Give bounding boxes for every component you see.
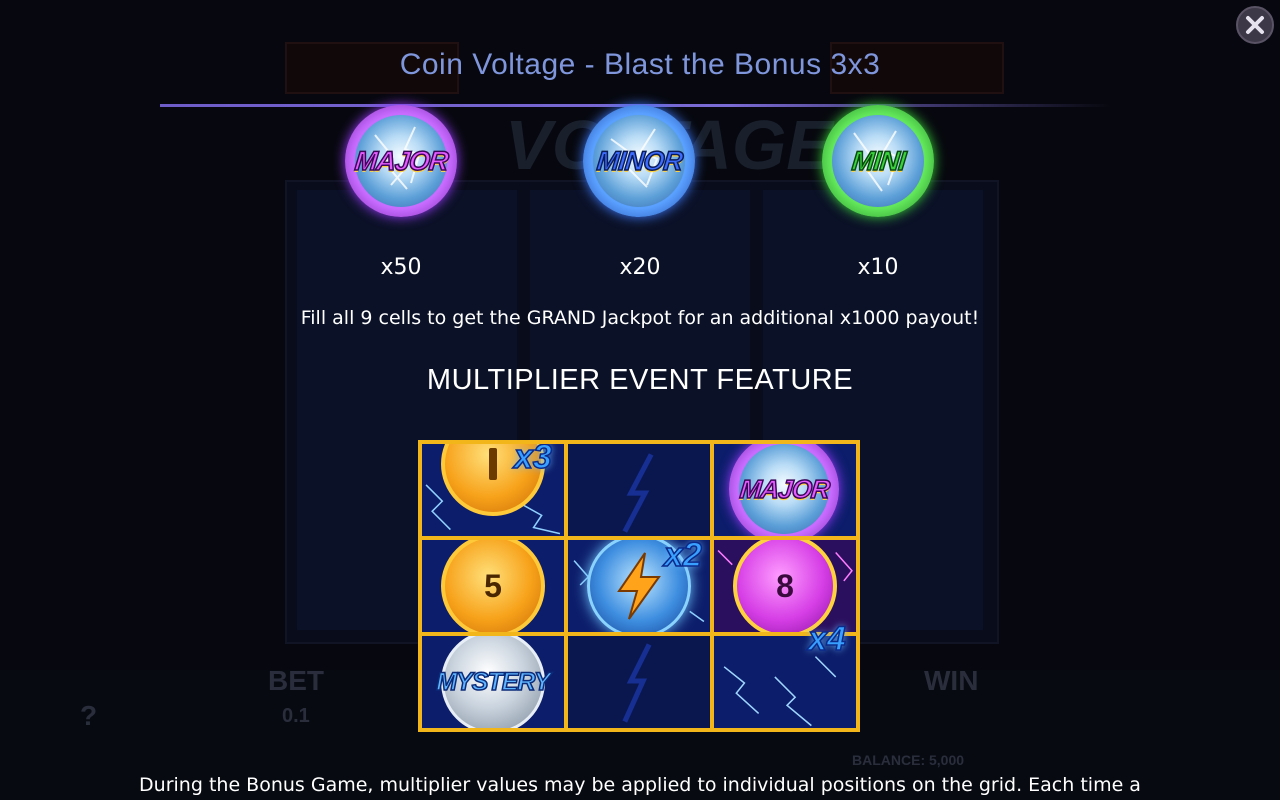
major-label: MAJOR (352, 145, 449, 177)
grid-cell (568, 444, 710, 536)
multiplier-badge: x3 (513, 444, 552, 477)
grid-cell: 8 (714, 540, 856, 632)
mystery-coin: MYSTERY (436, 636, 551, 728)
bet-value: 0.1 (282, 705, 310, 727)
grid-cell (568, 636, 710, 728)
close-icon (1246, 16, 1264, 34)
purple-coin: 8 (733, 540, 837, 632)
feature-description: During the Bonus Game, multiplier values… (139, 774, 1141, 796)
lightning-background (622, 643, 652, 723)
balance-text: BALANCE: 5,000 (852, 752, 965, 768)
multiplier-badge: x4 (807, 619, 846, 659)
lightning-bolt-icon (617, 552, 661, 620)
feature-title: MULTIPLIER EVENT FEATURE (426, 364, 854, 396)
mini-multiplier: x10 (857, 255, 899, 280)
minor-label: MINOR (594, 145, 684, 177)
mini-jackpot-coin: MINI (822, 105, 934, 217)
win-label: WIN (924, 665, 979, 696)
major-jackpot-coin: MAJOR (345, 105, 457, 217)
gold-coin: 5 (441, 540, 545, 632)
dialog-title: Coin Voltage - Blast the Bonus 3x3 (399, 48, 881, 81)
grand-jackpot-info: Fill all 9 cells to get the GRAND Jackpo… (300, 307, 980, 329)
close-button[interactable] (1236, 6, 1274, 44)
bet-label: BET (268, 665, 324, 696)
grid-cell: MAJOR (714, 444, 856, 536)
example-grid: x3 MAJOR 5 x2 8 MYSTERY (418, 440, 860, 732)
mystery-label: MYSTERY (436, 667, 552, 697)
major-multiplier: x50 (380, 255, 422, 280)
coin-value-icon (489, 448, 497, 480)
grid-cell: 5 (422, 540, 564, 632)
lightning-background (622, 453, 654, 533)
grid-cell: x2 (568, 540, 710, 632)
grid-cell: x3 (422, 444, 564, 536)
major-label: MAJOR (737, 473, 831, 505)
help-icon: ? (80, 700, 98, 731)
coin-value: 8 (776, 567, 794, 604)
coin-value: 5 (484, 567, 502, 604)
mini-label: MINI (849, 145, 907, 177)
minor-multiplier: x20 (619, 255, 661, 280)
major-coin: MAJOR (729, 444, 839, 536)
minor-jackpot-coin: MINOR (583, 105, 695, 217)
multiplier-badge: x2 (663, 540, 702, 575)
grid-cell: MYSTERY (422, 636, 564, 728)
